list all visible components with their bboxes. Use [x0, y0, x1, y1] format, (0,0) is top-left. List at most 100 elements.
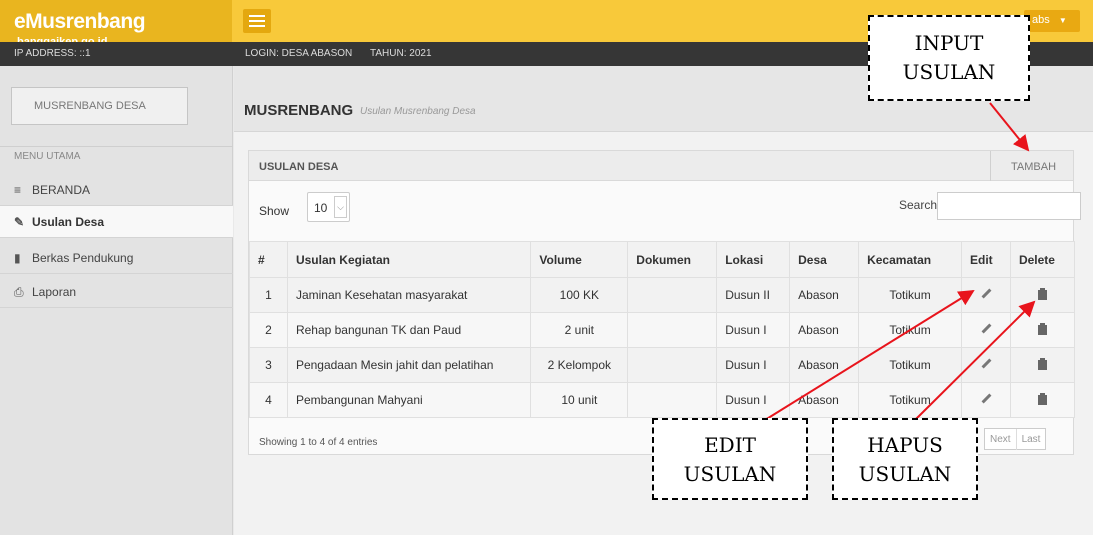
cell-desa: Abason — [789, 312, 860, 348]
column-header[interactable]: Volume — [530, 241, 629, 278]
delete-cell — [1009, 277, 1076, 313]
column-header[interactable]: Lokasi — [716, 241, 791, 278]
sidebar-item-berkas-pendukung[interactable]: ▮ Berkas Pendukung — [0, 242, 233, 274]
callout-line: USULAN — [902, 60, 996, 84]
callout-line: USULAN — [683, 462, 777, 486]
pencil-icon[interactable] — [980, 358, 992, 370]
chevron-down-icon: ⌵ — [334, 196, 347, 218]
app-name: eMusrenbang — [14, 10, 146, 33]
cell-dokumen — [627, 312, 718, 348]
search-label: Search: — [899, 198, 941, 212]
column-header[interactable]: Kecamatan — [858, 241, 962, 278]
cell-dokumen — [627, 382, 718, 418]
edit-cell — [961, 382, 1011, 418]
table-row: 3 Pengadaan Mesin jahit dan pelatihan 2 … — [249, 347, 1076, 383]
cell-volume: 2 Kelompok — [530, 347, 629, 383]
callout-input-usulan: INPUT USULAN — [868, 15, 1030, 101]
entries-info: Showing 1 to 4 of 4 entries — [259, 437, 378, 448]
cell-kecamatan: Totikum — [858, 312, 962, 348]
list-icon: ≡ — [14, 183, 22, 197]
table-header-row: # Usulan Kegiatan Volume Dokumen Lokasi … — [249, 241, 1076, 278]
callout-edit-usulan: EDIT USULAN — [652, 418, 808, 500]
sidebar-header-box: MUSRENBANG DESA — [11, 87, 188, 125]
callout-line: HAPUS — [867, 433, 943, 457]
cell-kecamatan: Totikum — [858, 382, 962, 418]
callout-line: INPUT — [914, 31, 984, 55]
trash-icon[interactable] — [1037, 357, 1047, 370]
sidebar-item-label: BERANDA — [32, 183, 91, 197]
panel-header: USULAN DESA TAMBAH — [249, 151, 1073, 181]
user-menu-button[interactable]: abs ▼ — [1024, 10, 1080, 32]
sidebar-item-beranda[interactable]: ≡ BERANDA — [0, 174, 233, 206]
sidebar-item-usulan-desa[interactable]: ✎ Usulan Desa — [0, 206, 233, 238]
cell-volume: 100 KK — [530, 277, 629, 313]
column-header[interactable]: Desa — [789, 241, 860, 278]
book-icon: ▮ — [14, 251, 21, 265]
cell-kegiatan: Rehap bangunan TK dan Paud — [286, 312, 532, 348]
cell-lokasi: Dusun I — [716, 312, 791, 348]
cell-lokasi: Dusun I — [716, 382, 791, 418]
sidebar-item-label: Laporan — [32, 285, 77, 299]
sidebar-item-label: Usulan Desa — [32, 215, 105, 229]
usulan-panel: USULAN DESA TAMBAH Show 10 ⌵ Search: # U… — [248, 150, 1081, 455]
pencil-icon[interactable] — [980, 393, 992, 405]
cell-dokumen — [627, 277, 718, 313]
tahun-info: TAHUN: 2021 — [370, 48, 432, 59]
pager-next-button[interactable]: Next — [985, 429, 1016, 450]
hamburger-menu-icon[interactable] — [243, 9, 271, 33]
table-row: 2 Rehap bangunan TK dan Paud 2 unit Dusu… — [249, 312, 1076, 348]
table-row: 1 Jaminan Kesehatan masyarakat 100 KK Du… — [249, 277, 1076, 313]
callout-line: USULAN — [858, 462, 952, 486]
cell-no: 4 — [249, 382, 288, 418]
usulan-table: # Usulan Kegiatan Volume Dokumen Lokasi … — [249, 241, 1076, 418]
edit-cell — [961, 312, 1011, 348]
column-header[interactable]: Usulan Kegiatan — [286, 241, 532, 278]
cell-desa: Abason — [789, 277, 860, 313]
column-header[interactable]: Delete — [1009, 241, 1076, 278]
print-icon: ⎙ — [14, 285, 24, 299]
page-title: MUSRENBANG — [244, 102, 354, 119]
edit-icon: ✎ — [14, 215, 25, 229]
callout-line: EDIT — [704, 433, 756, 457]
column-header[interactable]: Edit — [961, 241, 1011, 278]
sidebar-item-laporan[interactable]: ⎙ Laporan — [0, 276, 233, 308]
pencil-icon[interactable] — [980, 288, 992, 300]
trash-icon[interactable] — [1037, 322, 1047, 335]
delete-cell — [1009, 347, 1076, 383]
edit-cell — [961, 277, 1011, 313]
cell-kegiatan: Jaminan Kesehatan masyarakat — [286, 277, 532, 313]
tambah-button[interactable]: TAMBAH — [990, 151, 1073, 181]
cell-lokasi: Dusun II — [716, 277, 791, 313]
table-row: 4 Pembangunan Mahyani 10 unit Dusun I Ab… — [249, 382, 1076, 418]
delete-cell — [1009, 382, 1076, 418]
sidebar: MUSRENBANG DESA MENU UTAMA ≡ BERANDA ✎ U… — [0, 66, 233, 535]
cell-no: 2 — [249, 312, 288, 348]
trash-icon[interactable] — [1037, 287, 1047, 300]
sidebar-item-label: Berkas Pendukung — [32, 251, 134, 265]
user-menu-label: abs — [1032, 14, 1050, 26]
cell-desa: Abason — [789, 382, 860, 418]
entries-select-value: 10 — [314, 201, 328, 215]
panel-title: USULAN DESA — [259, 161, 339, 173]
trash-icon[interactable] — [1037, 392, 1047, 405]
cell-volume: 10 unit — [530, 382, 629, 418]
pagination: Next Last — [984, 428, 1047, 450]
cell-kecamatan: Totikum — [858, 277, 962, 313]
column-header[interactable]: # — [249, 241, 288, 278]
show-label: Show — [259, 204, 290, 218]
callout-hapus-usulan: HAPUS USULAN — [832, 418, 978, 500]
brand[interactable]: eMusrenbang banggaikep.go.id — [0, 0, 232, 48]
caret-down-icon: ▼ — [1058, 16, 1067, 25]
cell-kecamatan: Totikum — [858, 347, 962, 383]
entries-select[interactable]: 10 ⌵ — [307, 192, 350, 222]
column-header[interactable]: Dokumen — [627, 241, 718, 278]
search-input[interactable] — [937, 192, 1081, 220]
login-info: LOGIN: DESA ABASON — [245, 48, 353, 59]
ip-address: IP ADDRESS: ::1 — [14, 48, 91, 59]
cell-no: 1 — [249, 277, 288, 313]
cell-lokasi: Dusun I — [716, 347, 791, 383]
menu-title: MENU UTAMA — [14, 151, 81, 162]
pager-last-button[interactable]: Last — [1015, 429, 1046, 450]
cell-kegiatan: Pembangunan Mahyani — [286, 382, 532, 418]
pencil-icon[interactable] — [980, 323, 992, 335]
